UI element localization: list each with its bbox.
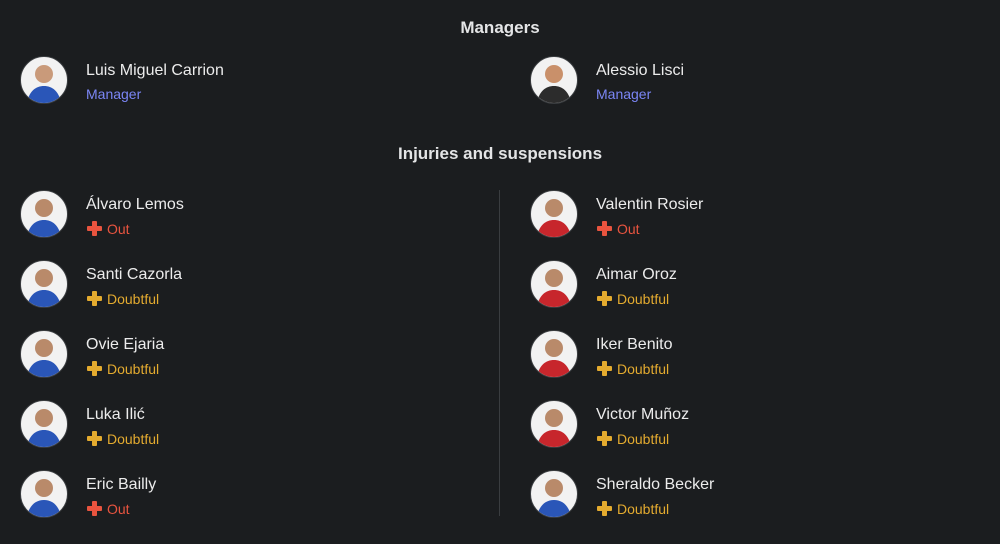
player-card[interactable]: Luka Ilić Doubtful — [20, 400, 440, 450]
manager-card[interactable]: Alessio Lisci Manager — [530, 56, 950, 106]
status-label: Doubtful — [617, 360, 670, 377]
manager-card[interactable]: Luis Miguel Carrion Manager — [20, 56, 440, 106]
status-label: Doubtful — [107, 360, 160, 377]
injuries-heading: Injuries and suspensions — [397, 144, 603, 163]
injury-out-icon — [596, 220, 613, 237]
managers-heading: Managers — [460, 18, 540, 37]
player-name: Eric Bailly — [86, 476, 157, 493]
player-card[interactable]: Aimar Oroz Doubtful — [530, 260, 950, 310]
player-avatar — [20, 400, 68, 448]
player-status: Doubtful — [596, 430, 669, 447]
player-card[interactable]: Ovie Ejaria Doubtful — [20, 330, 440, 380]
player-name: Aimar Oroz — [596, 266, 677, 283]
status-label: Out — [107, 500, 130, 517]
player-name: Luka Ilić — [86, 406, 145, 423]
player-status: Doubtful — [86, 290, 159, 307]
injury-doubtful-icon — [86, 290, 103, 307]
player-name: Valentin Rosier — [596, 196, 704, 213]
manager-role: Manager — [596, 86, 652, 102]
manager-role: Manager — [86, 86, 142, 102]
manager-avatar — [530, 56, 578, 104]
player-status: Doubtful — [596, 500, 669, 517]
injury-out-icon — [86, 500, 103, 517]
player-avatar — [530, 330, 578, 378]
injury-doubtful-icon — [596, 500, 613, 517]
status-label: Out — [107, 220, 130, 237]
player-name: Santi Cazorla — [86, 266, 183, 283]
player-name: Sheraldo Becker — [596, 476, 715, 493]
player-name: Victor Muñoz — [596, 406, 690, 423]
injury-out-icon — [86, 220, 103, 237]
player-avatar — [20, 330, 68, 378]
player-status: Out — [86, 220, 130, 237]
player-name: Ovie Ejaria — [86, 336, 165, 353]
injury-doubtful-icon — [596, 290, 613, 307]
player-avatar — [20, 260, 68, 308]
status-label: Doubtful — [107, 430, 160, 447]
injury-doubtful-icon — [86, 360, 103, 377]
status-label: Doubtful — [107, 290, 160, 307]
player-card[interactable]: Álvaro Lemos Out — [20, 190, 440, 240]
player-avatar — [530, 260, 578, 308]
player-status: Doubtful — [596, 290, 669, 307]
player-card[interactable]: Santi Cazorla Doubtful — [20, 260, 440, 310]
player-avatar — [20, 470, 68, 518]
player-status: Doubtful — [596, 360, 669, 377]
player-avatar — [530, 400, 578, 448]
injury-doubtful-icon — [86, 430, 103, 447]
status-label: Doubtful — [617, 430, 670, 447]
manager-avatar — [20, 56, 68, 104]
injury-doubtful-icon — [596, 430, 613, 447]
column-divider — [499, 190, 500, 516]
lineup-panel: Managers Luis Miguel Carrion Manager Ale… — [0, 0, 1000, 544]
player-status: Doubtful — [86, 360, 159, 377]
player-status: Out — [596, 220, 640, 237]
player-avatar — [530, 470, 578, 518]
player-card[interactable]: Eric Bailly Out — [20, 470, 440, 520]
player-card[interactable]: Sheraldo Becker Doubtful — [530, 470, 950, 520]
manager-name: Alessio Lisci — [596, 62, 685, 79]
player-name: Iker Benito — [596, 336, 673, 353]
injury-doubtful-icon — [596, 360, 613, 377]
status-label: Doubtful — [617, 500, 670, 517]
player-name: Álvaro Lemos — [86, 196, 184, 213]
player-card[interactable]: Victor Muñoz Doubtful — [530, 400, 950, 450]
status-label: Doubtful — [617, 290, 670, 307]
player-status: Doubtful — [86, 430, 159, 447]
manager-name: Luis Miguel Carrion — [86, 62, 224, 79]
status-label: Out — [617, 220, 640, 237]
player-avatar — [20, 190, 68, 238]
player-card[interactable]: Iker Benito Doubtful — [530, 330, 950, 380]
player-status: Out — [86, 500, 130, 517]
player-avatar — [530, 190, 578, 238]
player-card[interactable]: Valentin Rosier Out — [530, 190, 950, 240]
